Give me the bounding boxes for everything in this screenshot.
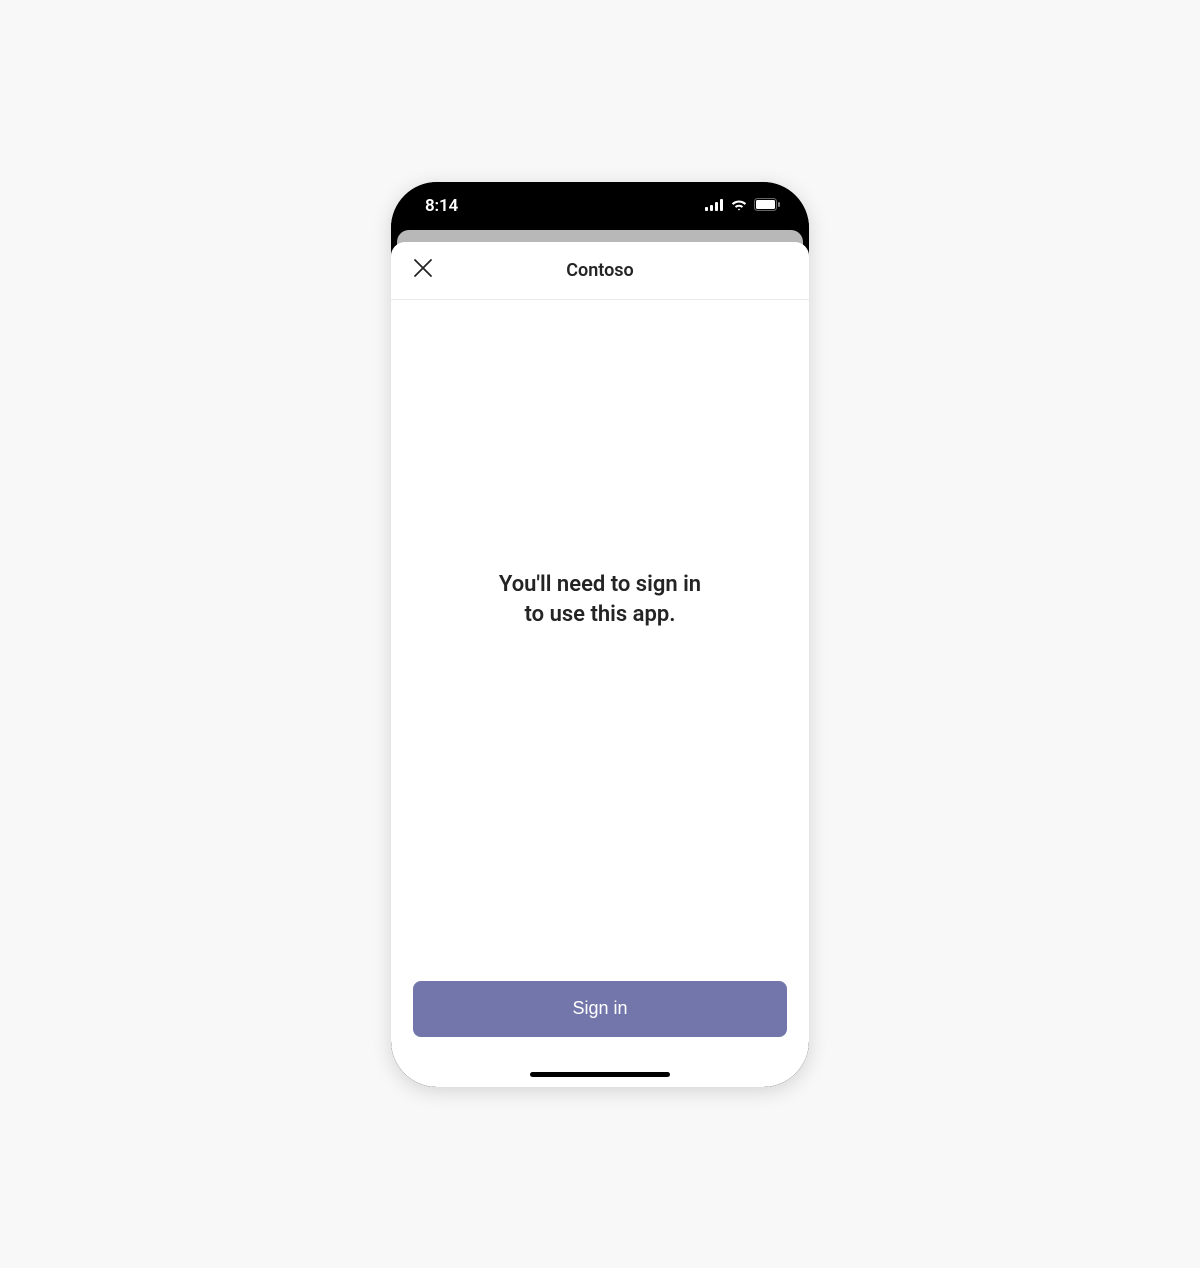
signin-button[interactable]: Sign in (413, 981, 787, 1037)
status-time: 8:14 (425, 196, 458, 216)
close-icon (413, 258, 433, 282)
canvas: 8:14 (0, 0, 1200, 1268)
phone-frame: 8:14 (391, 182, 809, 1087)
sheet-body: You'll need to sign in to use this app. (391, 300, 809, 981)
cellular-icon (705, 196, 724, 215)
status-bar: 8:14 (391, 182, 809, 230)
sheet-header: Contoso (391, 242, 809, 300)
modal-sheet: Contoso You'll need to sign in to use th… (391, 242, 809, 1087)
close-button[interactable] (411, 258, 435, 282)
home-indicator[interactable] (530, 1072, 670, 1077)
wifi-icon (730, 196, 748, 215)
sheet-title: Contoso (411, 260, 789, 281)
signin-message: You'll need to sign in to use this app. (499, 570, 701, 629)
status-icons (705, 196, 781, 215)
battery-icon (754, 196, 781, 215)
